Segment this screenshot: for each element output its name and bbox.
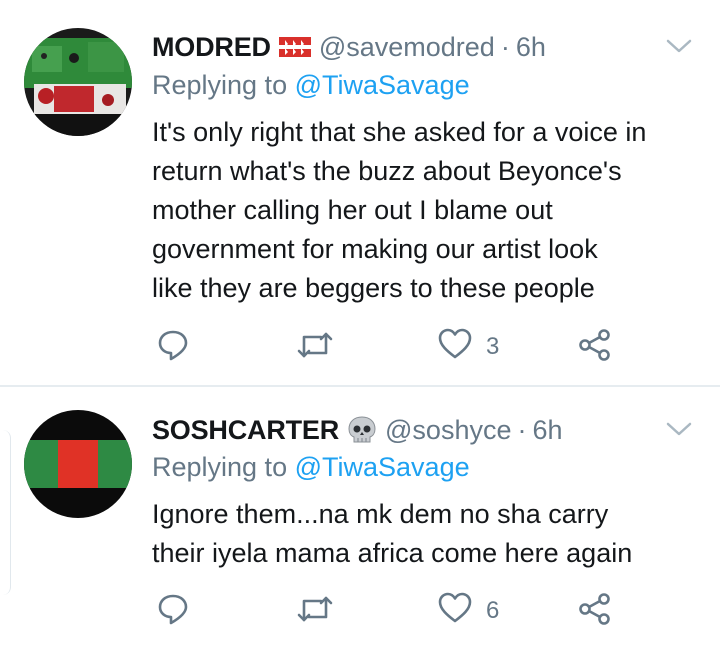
reply-icon (157, 592, 189, 631)
share-button[interactable] (578, 328, 612, 367)
tweet-text: It's only right that she asked for a voi… (152, 113, 712, 308)
tweet-text-line: government for making our artist look (152, 234, 598, 264)
share-button[interactable] (578, 592, 612, 631)
tweet-text-line: It's only right that she asked for a voi… (152, 117, 647, 147)
retweet-button[interactable] (297, 594, 333, 629)
display-name[interactable]: MODRED (152, 32, 271, 63)
tweet-text-line: mother calling her out I blame out (152, 195, 553, 225)
chevron-down-icon[interactable] (664, 36, 694, 56)
chevron-down-icon[interactable] (664, 419, 694, 439)
heart-icon (438, 592, 472, 629)
retweet-icon (297, 594, 333, 629)
heart-icon (438, 328, 472, 365)
replying-prefix: Replying to (152, 452, 288, 482)
replying-prefix: Replying to (152, 70, 288, 100)
retweet-icon (297, 330, 333, 365)
separator-dot: · (500, 31, 510, 62)
action-bar: 6 (0, 590, 720, 630)
avatar[interactable] (24, 28, 132, 136)
mention-link[interactable]: @TiwaSavage (295, 452, 470, 482)
tweet-header: SOSHCARTER @soshyce · 6h (152, 408, 563, 452)
tweet-header: MODRED @savemodred · 6h (152, 25, 546, 69)
replying-to: Replying to @TiwaSavage (152, 70, 470, 101)
like-button[interactable]: 6 (438, 592, 499, 629)
tweet-text-line: Ignore them...na mk dem no sha carry (152, 499, 609, 529)
tweet-text-line: like they are beggers to these people (152, 273, 595, 303)
action-bar: 3 (0, 326, 720, 366)
avatar[interactable] (24, 410, 132, 518)
like-count: 6 (486, 596, 500, 624)
separator-dot: · (517, 414, 527, 445)
tweet-text: Ignore them...na mk dem no sha carry the… (152, 495, 712, 573)
share-icon (578, 328, 612, 367)
red-flag-emoji-icon (278, 34, 311, 60)
reply-button[interactable] (157, 592, 189, 631)
like-count: 3 (486, 332, 500, 360)
timestamp[interactable]: 6h (532, 415, 562, 446)
mention-link[interactable]: @TiwaSavage (295, 70, 470, 100)
skull-emoji-icon (347, 415, 377, 445)
user-handle[interactable]: @savemodred (319, 32, 495, 63)
timestamp[interactable]: 6h (516, 32, 546, 63)
tweet-text-line: their iyela mama africa come here again (152, 538, 633, 568)
like-button[interactable]: 3 (438, 328, 499, 365)
tweet[interactable]: MODRED @savemodred · 6h Replying to @Tiw… (0, 0, 720, 385)
user-handle[interactable]: @soshyce (385, 415, 511, 446)
share-icon (578, 592, 612, 631)
display-name[interactable]: SOSHCARTER (152, 415, 339, 446)
reply-icon (157, 328, 189, 367)
replying-to: Replying to @TiwaSavage (152, 452, 470, 483)
retweet-button[interactable] (297, 330, 333, 365)
tweet-text-line: return what's the buzz about Beyonce's (152, 156, 622, 186)
reply-button[interactable] (157, 328, 189, 367)
